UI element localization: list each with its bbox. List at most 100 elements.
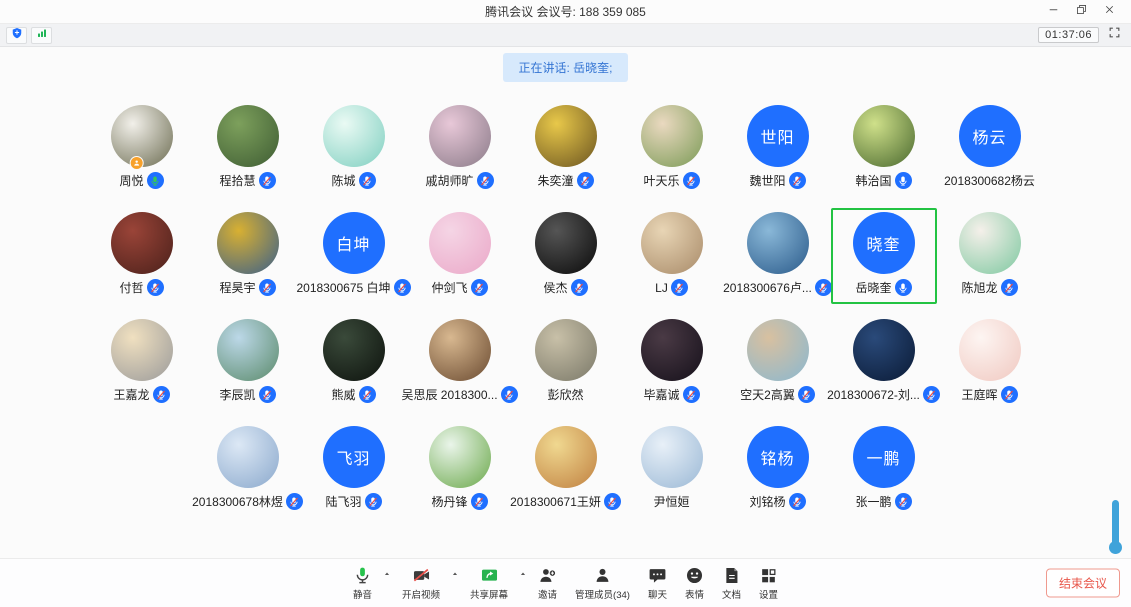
toolbar-label: 开启视频 bbox=[402, 587, 440, 601]
participant-row: 付哲 程昊宇白坤2018300675 白坤仲剑飞侯杰 LJ 2018300676卢..… bbox=[0, 208, 1131, 304]
avatar bbox=[959, 319, 1021, 381]
participant-tile[interactable]: 白坤2018300675 白坤 bbox=[301, 208, 407, 304]
title-bar: 腾讯会议 会议号: 188 359 085 bbox=[0, 0, 1131, 24]
participant-tile[interactable]: 叶天乐 bbox=[619, 101, 725, 197]
participant-tile[interactable]: 王嘉龙 bbox=[89, 315, 195, 411]
participant-tile[interactable]: 彭欣然 bbox=[513, 315, 619, 411]
participant-tile[interactable]: 毕嘉诚 bbox=[619, 315, 725, 411]
toolbar-label: 共享屏幕 bbox=[470, 587, 508, 601]
toolbar-label: 设置 bbox=[759, 587, 778, 601]
mic-status-icon bbox=[259, 386, 276, 403]
participant-tile[interactable]: 韩治国 bbox=[831, 101, 937, 197]
toolbar-emoji-button[interactable]: 表情 bbox=[685, 565, 704, 601]
close-icon bbox=[1103, 3, 1116, 21]
participant-tile[interactable]: 王庭晖 bbox=[937, 315, 1043, 411]
avatar bbox=[853, 105, 915, 167]
caret-up-icon[interactable] bbox=[450, 566, 460, 584]
participant-name: 2018300676卢... bbox=[723, 279, 812, 296]
meeting-security-button[interactable] bbox=[6, 27, 27, 44]
avatar bbox=[111, 212, 173, 274]
avatar bbox=[535, 212, 597, 274]
participant-tile[interactable]: 陈城 bbox=[301, 101, 407, 197]
participant-name: 彭欣然 bbox=[547, 386, 583, 403]
participant-name: 刘铭杨 bbox=[749, 493, 785, 510]
avatar bbox=[641, 105, 703, 167]
caret-up-icon[interactable] bbox=[382, 566, 392, 584]
participant-name: 侯杰 bbox=[543, 279, 567, 296]
caret-up-icon[interactable] bbox=[518, 566, 528, 584]
toolbar-invite-button[interactable]: 邀请 bbox=[538, 565, 557, 601]
participant-tile[interactable]: 尹恒姮 bbox=[619, 422, 725, 518]
end-meeting-button[interactable]: 结束会议 bbox=[1046, 569, 1120, 598]
host-badge-icon bbox=[129, 156, 143, 170]
participant-tile[interactable]: 周悦 bbox=[89, 101, 195, 197]
participant-tile[interactable]: 杨云2018300682杨云 bbox=[937, 101, 1043, 197]
avatar: 晓奎 bbox=[853, 212, 915, 274]
participant-tile[interactable]: 2018300671王妍 bbox=[513, 422, 619, 518]
avatar: 铭杨 bbox=[747, 426, 809, 488]
participant-name: 魏世阳 bbox=[749, 172, 785, 189]
participant-tile[interactable]: 晓奎岳晓奎 bbox=[831, 208, 937, 304]
participant-tile[interactable]: 熊威 bbox=[301, 315, 407, 411]
mic-status-icon bbox=[683, 172, 700, 189]
status-right: 01:37:06 bbox=[1038, 27, 1125, 43]
participant-tile[interactable]: 程拾慧 bbox=[195, 101, 301, 197]
avatar bbox=[429, 426, 491, 488]
participant-tile[interactable]: 付哲 bbox=[89, 208, 195, 304]
toolbar-share-screen-button[interactable]: 共享屏幕 bbox=[470, 565, 508, 601]
network-status-button[interactable] bbox=[31, 27, 52, 44]
mic-status-icon bbox=[789, 493, 806, 510]
participant-name: LJ bbox=[655, 281, 668, 295]
fullscreen-button[interactable] bbox=[1106, 27, 1122, 43]
participant-name: 毕嘉诚 bbox=[643, 386, 679, 403]
speaking-banner: 正在讲话: 岳晓奎; bbox=[503, 53, 627, 82]
participant-name: 朱奕潼 bbox=[537, 172, 573, 189]
participant-name: 尹恒姮 bbox=[653, 493, 689, 510]
participant-tile[interactable]: 朱奕潼 bbox=[513, 101, 619, 197]
mic-status-icon bbox=[477, 172, 494, 189]
avatar bbox=[429, 105, 491, 167]
toolbar-docs-button[interactable]: 文档 bbox=[722, 565, 741, 601]
participant-tile[interactable]: 2018300678林煜 bbox=[195, 422, 301, 518]
minimize-button[interactable] bbox=[1039, 1, 1067, 23]
participant-tile[interactable]: 空天2高翼 bbox=[725, 315, 831, 411]
participant-tile[interactable]: 杨丹锋 bbox=[407, 422, 513, 518]
avatar: 一鹏 bbox=[853, 426, 915, 488]
participant-tile[interactable]: 世阳魏世阳 bbox=[725, 101, 831, 197]
participant-name: 2018300672-刘... bbox=[827, 386, 920, 403]
participant-tile[interactable]: 程昊宇 bbox=[195, 208, 301, 304]
participant-tile[interactable]: 吴思辰 2018300... bbox=[407, 315, 513, 411]
participant-tile[interactable]: 仲剑飞 bbox=[407, 208, 513, 304]
avatar bbox=[535, 426, 597, 488]
toolbar-label: 管理成员(34) bbox=[575, 587, 630, 601]
participant-tile[interactable]: 飞羽陆飞羽 bbox=[301, 422, 407, 518]
participant-tile[interactable]: LJ bbox=[619, 208, 725, 304]
toolbar-mute-button[interactable]: 静音 bbox=[353, 565, 372, 601]
participant-tile[interactable]: 侯杰 bbox=[513, 208, 619, 304]
toolbar-items: 静音开启视频 共享屏幕 邀请管理成员(34) 聊天表情文档设置 bbox=[344, 565, 787, 601]
mic-status-icon bbox=[153, 386, 170, 403]
toolbar-camera-button[interactable]: 开启视频 bbox=[402, 565, 440, 601]
toolbar-settings-button[interactable]: 设置 bbox=[759, 565, 778, 601]
participant-tile[interactable]: 一鹏张一鹏 bbox=[831, 422, 937, 518]
mic-status-icon bbox=[147, 172, 164, 189]
toolbar-chat-button[interactable]: 聊天 bbox=[648, 565, 667, 601]
avatar bbox=[535, 319, 597, 381]
close-button[interactable] bbox=[1095, 1, 1123, 23]
participant-tile[interactable]: 2018300672-刘... bbox=[831, 315, 937, 411]
participant-name: 2018300671王妍 bbox=[510, 493, 601, 510]
shield-icon bbox=[11, 26, 23, 44]
scrollbar-thumb[interactable] bbox=[1112, 500, 1119, 546]
participant-tile[interactable]: 铭杨刘铭杨 bbox=[725, 422, 831, 518]
maximize-button[interactable] bbox=[1067, 1, 1095, 23]
avatar bbox=[535, 105, 597, 167]
toolbar-members-button[interactable]: 管理成员(34) bbox=[575, 565, 630, 601]
avatar bbox=[641, 426, 703, 488]
participant-tile[interactable]: 李辰凯 bbox=[195, 315, 301, 411]
participant-tile[interactable]: 戚胡师旷 bbox=[407, 101, 513, 197]
participant-tile[interactable]: 2018300676卢... bbox=[725, 208, 831, 304]
avatar: 世阳 bbox=[747, 105, 809, 167]
participant-name: 付哲 bbox=[119, 279, 143, 296]
participant-tile[interactable]: 陈旭龙 bbox=[937, 208, 1043, 304]
restore-icon bbox=[1075, 3, 1088, 21]
